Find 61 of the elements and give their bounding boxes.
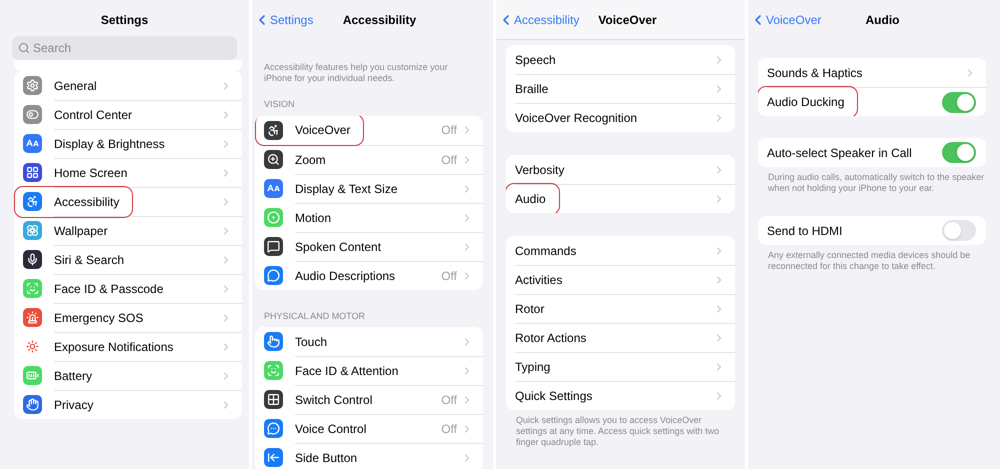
settings-item-label[interactable]: Motion: [295, 208, 332, 226]
settings-item-label[interactable]: Switch Control: [295, 391, 372, 409]
settings-item-label[interactable]: Spoken Content: [295, 238, 382, 256]
settings-item-label[interactable]: Side Button: [295, 449, 358, 467]
settings-item-label[interactable]: Emergency SOS: [54, 309, 144, 327]
settings-item-label[interactable]: Activities: [515, 271, 562, 289]
settings-item-label[interactable]: Privacy: [54, 396, 94, 414]
section-header: PHYSICAL AND MOTOR: [263, 310, 366, 322]
back-button[interactable]: Accessibility: [498, 0, 580, 39]
back-button[interactable]: VoiceOver: [750, 0, 822, 40]
back-button[interactable]: Settings: [254, 0, 314, 40]
settings-item-label[interactable]: Control Center: [54, 106, 132, 124]
settings-item-label[interactable]: VoiceOver Recognition: [515, 109, 638, 127]
settings-item-label[interactable]: Verbosity: [515, 160, 564, 178]
settings-item-label[interactable]: General: [54, 76, 97, 94]
settings-item-label[interactable]: Auto-select Speaker in Call: [767, 144, 912, 162]
value-text: Off: [441, 392, 457, 409]
settings-item-label[interactable]: Touch: [295, 332, 328, 350]
value-text: Off: [441, 122, 457, 139]
settings-item-label[interactable]: Voice Control: [295, 420, 366, 438]
search-field[interactable]: Search: [12, 36, 237, 60]
footer-note: Any externally connected media devices should be reconnected for this change to take effect.: [767, 249, 972, 272]
footer-note: During audio calls, automatically switch to the speaker when not holding your iPhone to your ear.: [767, 171, 986, 194]
settings-item-label[interactable]: Speech: [515, 50, 556, 68]
settings-item-label[interactable]: Audio Ducking: [767, 93, 844, 111]
settings-item-label[interactable]: Battery: [54, 367, 92, 385]
intro-text: Accessibility features help you customize your iPhone for your individual needs.: [263, 61, 449, 84]
value-text: Off: [441, 421, 457, 438]
settings-item-label[interactable]: Exposure Notifications: [54, 338, 174, 356]
settings-item-label[interactable]: Siri & Search: [54, 251, 124, 269]
section-header: VISION: [263, 98, 296, 111]
search-icon: [18, 42, 30, 54]
settings-item-label[interactable]: Braille: [515, 80, 548, 98]
settings-item-label[interactable]: Commands: [515, 242, 576, 260]
toggle-switch[interactable]: [942, 220, 976, 241]
settings-item-label[interactable]: Rotor: [515, 300, 544, 318]
page-title: VoiceOver: [598, 12, 657, 28]
page-title: Accessibility: [342, 12, 416, 29]
settings-item-label[interactable]: Audio Descriptions: [295, 266, 396, 284]
footer-note: Quick settings allows you to access VoiceOver settings at any time. Access quick settings with two finger quadruple tap.: [515, 414, 720, 448]
settings-item-label[interactable]: Face ID & Passcode: [54, 280, 164, 298]
settings-item-label[interactable]: Rotor Actions: [515, 329, 586, 347]
settings-item-label[interactable]: Accessibility: [54, 193, 120, 211]
settings-item-label[interactable]: Zoom: [295, 150, 326, 168]
value-text: Off: [441, 152, 457, 168]
page-title: Audio: [866, 12, 900, 29]
settings-item-label[interactable]: Display & Brightness: [54, 135, 165, 153]
settings-item-label[interactable]: Send to HDMI: [767, 222, 842, 240]
settings-item-label[interactable]: Audio: [515, 190, 546, 208]
settings-item-label[interactable]: Typing: [515, 358, 550, 376]
settings-item-label[interactable]: Display & Text Size: [295, 180, 398, 198]
settings-item-label[interactable]: Home Screen: [54, 164, 128, 182]
value-text: Off: [441, 268, 457, 284]
settings-item-label[interactable]: Sounds & Haptics: [767, 64, 862, 82]
settings-item-label[interactable]: Face ID & Attention: [295, 362, 398, 380]
settings-item-label[interactable]: VoiceOver: [295, 121, 350, 139]
settings-item-label[interactable]: Quick Settings: [515, 387, 592, 405]
page-title: Settings: [100, 12, 148, 29]
toggle-switch[interactable]: [942, 92, 976, 112]
toggle-switch[interactable]: [942, 142, 976, 163]
settings-item-label[interactable]: Wallpaper: [54, 222, 108, 240]
